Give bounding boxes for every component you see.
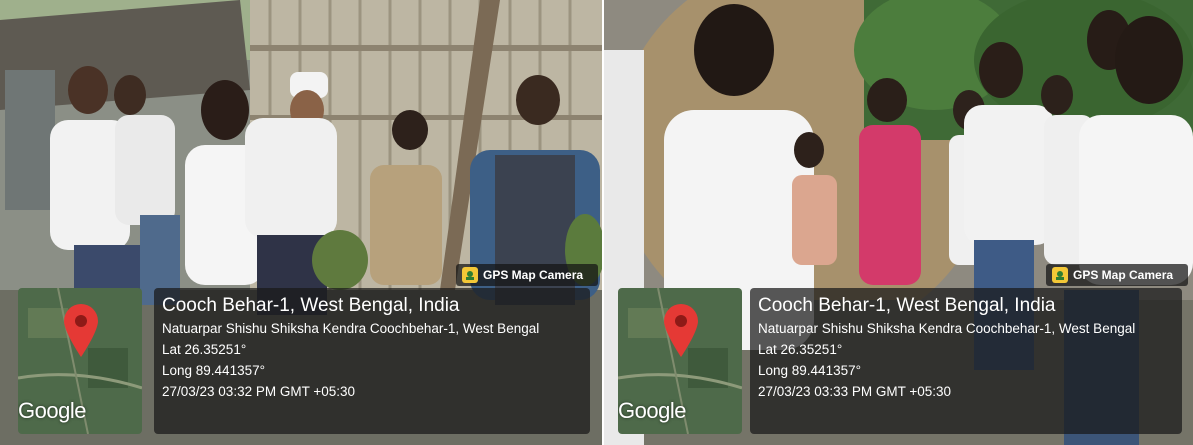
photo-right: Google GPS Map Camera Cooch Behar-1, Wes… (604, 0, 1193, 445)
location-info-panel: Cooch Behar-1, West Bengal, India Natuar… (154, 288, 590, 434)
location-pin-icon (64, 304, 98, 357)
badge-label: GPS Map Camera (1073, 268, 1174, 282)
map-thumbnail: Google (618, 288, 742, 434)
gps-map-camera-badge: GPS Map Camera (1046, 264, 1188, 286)
gps-map-camera-badge: GPS Map Camera (456, 264, 598, 286)
location-info-panel: Cooch Behar-1, West Bengal, India Natuar… (750, 288, 1182, 434)
latitude: Lat 26.35251° (162, 342, 247, 357)
location-address: Natuarpar Shishu Shiksha Kendra Coochbeh… (758, 321, 1136, 336)
google-logo: Google (618, 398, 686, 423)
badge-label: GPS Map Camera (483, 268, 584, 282)
longitude: Long 89.441357° (758, 363, 861, 378)
location-address: Natuarpar Shishu Shiksha Kendra Coochbeh… (162, 321, 540, 336)
photo-left: Google GPS Map Camera Cooch Behar-1, Wes… (0, 0, 602, 445)
latitude: Lat 26.35251° (758, 342, 843, 357)
location-pin-icon (664, 304, 698, 357)
gps-camera-icon (1052, 267, 1068, 283)
longitude: Long 89.441357° (162, 363, 265, 378)
map-thumbnail: Google (18, 288, 142, 434)
timestamp: 27/03/23 03:33 PM GMT +05:30 (758, 384, 952, 399)
location-title: Cooch Behar-1, West Bengal, India (162, 295, 460, 316)
gps-camera-icon (462, 267, 478, 283)
google-logo: Google (18, 398, 86, 423)
timestamp: 27/03/23 03:32 PM GMT +05:30 (162, 384, 356, 399)
location-title: Cooch Behar-1, West Bengal, India (758, 295, 1056, 316)
